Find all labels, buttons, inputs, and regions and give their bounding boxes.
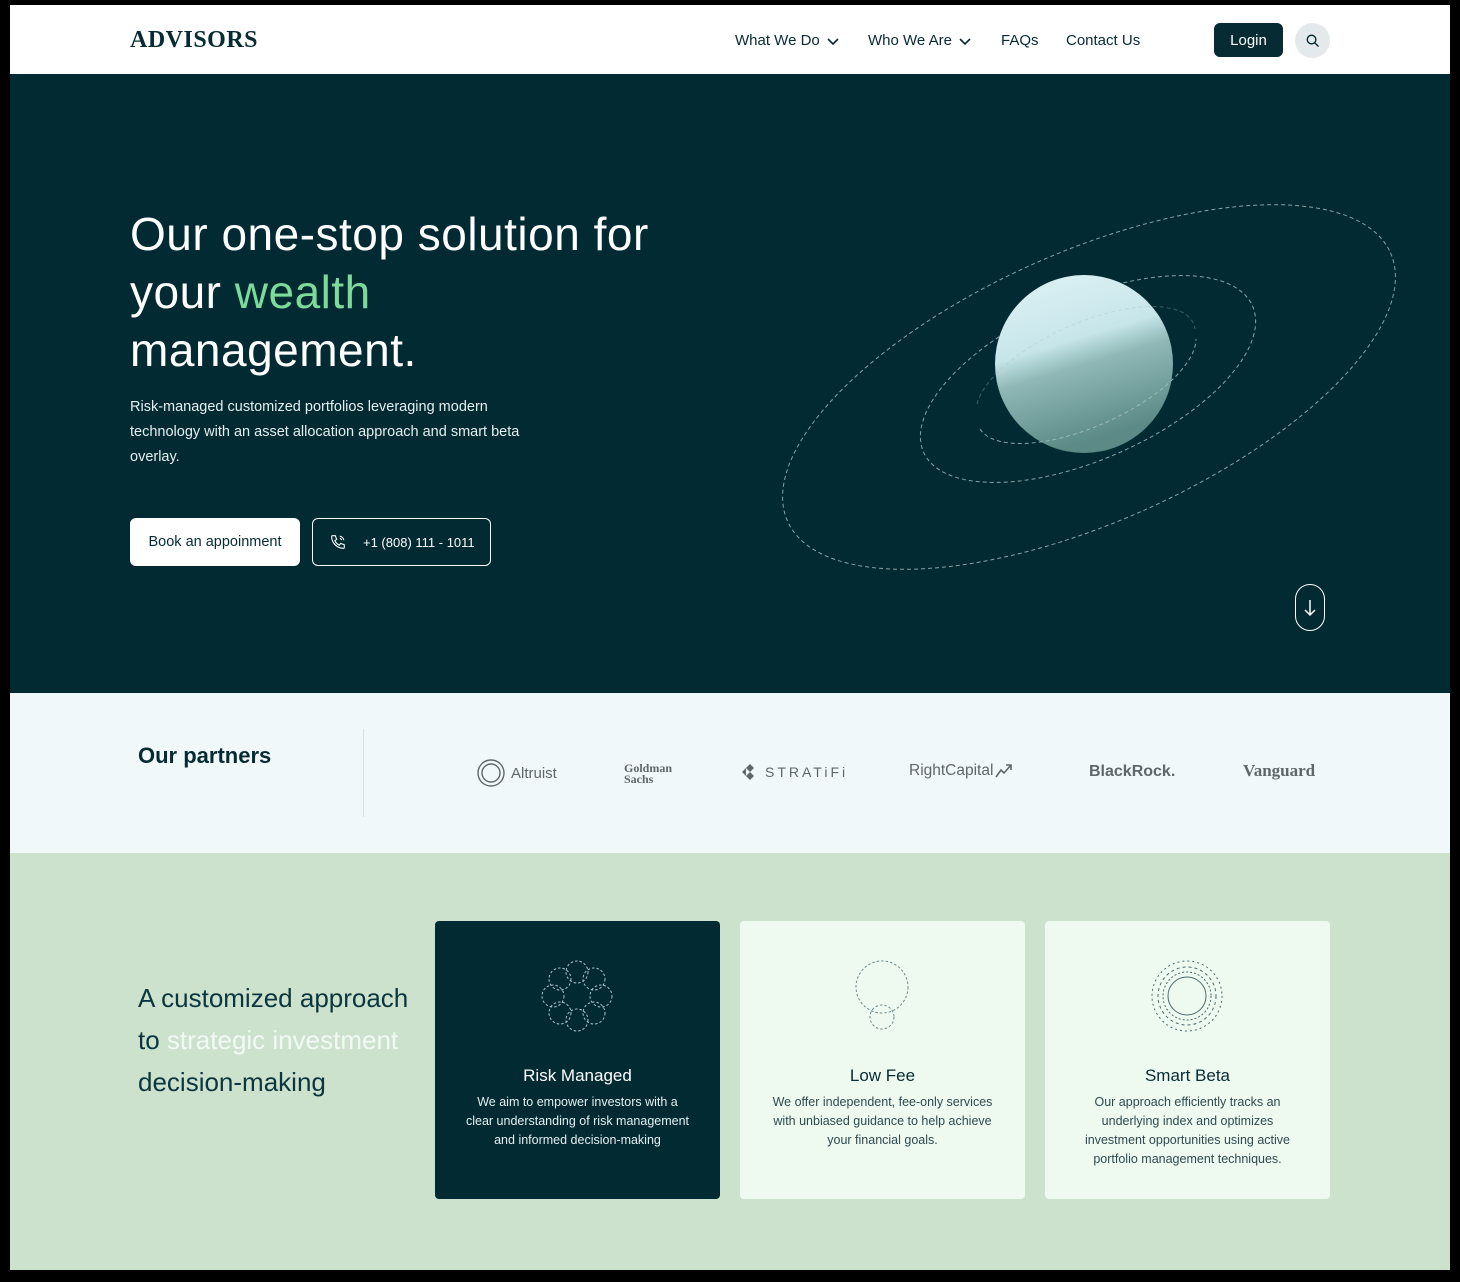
altruist-icon [477,759,505,787]
hero-title-text-end: management. [130,324,417,376]
features-title: A customized approach to strategic inves… [138,977,428,1103]
card-description: We offer independent, fee-only services … [772,1095,993,1147]
scroll-down-button[interactable] [1295,584,1325,631]
low-fee-icon [855,960,909,1030]
partner-goldman-logo: Goldman Sachs [624,761,680,786]
hero-subtitle: Risk-managed customized portfolios lever… [130,399,520,465]
feature-card-low-fee[interactable]: Low Fee We offer independent, fee-only s… [740,921,1025,1199]
brand-logo[interactable]: ADVISORS [130,27,258,54]
search-icon [1306,34,1319,47]
phone-number: +1 (808) 111 - 1011 [363,534,475,550]
phone-icon [331,535,345,549]
partner-name: Vanguard [1243,761,1316,780]
partner-name: Goldman Sachs [624,761,673,786]
partners-divider [363,729,364,817]
card-title: Risk Managed [523,1066,632,1085]
book-appointment-button[interactable]: Book an appoinment [130,518,300,566]
risk-managed-icon [541,960,613,1032]
chevron-down-icon [827,37,839,45]
features-title-text-end: decision-making [138,1067,326,1097]
login-button[interactable]: Login [1214,23,1283,57]
feature-card-risk-managed[interactable]: Risk Managed We aim to empower investors… [435,921,720,1199]
card-description: We aim to empower investors with a clear… [465,1095,690,1147]
hero-section: Our one-stop solution for your wealth man… [10,74,1450,693]
partners-section: Our partners Altruist Goldman Sachs STRA… [10,693,1450,853]
partners-title: Our partners [138,743,272,768]
arrow-down-icon [1304,599,1316,616]
nav-item-label: Who We Are [868,32,952,49]
card-title: Smart Beta [1144,1066,1231,1085]
card-description: Our approach efficiently tracks an under… [1085,1095,1290,1166]
planet-sphere [995,275,1173,453]
search-button[interactable] [1295,23,1330,58]
partner-vanguard-logo: Vanguard [1243,761,1315,781]
partner-altruist-logo: Altruist [477,759,557,787]
nav-faqs[interactable]: FAQs [1001,32,1039,49]
partner-blackrock-logo: BlackRock. [1089,763,1175,781]
nav-contact-us[interactable]: Contact Us [1066,32,1140,49]
nav-who-we-are[interactable]: Who We Are [868,32,972,49]
partner-name: RightCapital [909,762,994,779]
page-frame: ADVISORS What We Do Who We Are FAQs Cont… [10,5,1450,1270]
phone-button[interactable]: +1 (808) 111 - 1011 [312,518,491,566]
chevron-down-icon [959,37,971,45]
planet-illustration [782,204,1396,570]
partner-name: STRATiFi [765,764,849,780]
hero-title: Our one-stop solution for your wealth man… [130,205,690,379]
nav-item-label: What We Do [735,32,820,49]
hero-title-text: Our one-stop solution for your [130,208,649,318]
site-header: ADVISORS What We Do Who We Are FAQs Cont… [10,5,1450,74]
features-title-highlight: strategic investment [166,1025,399,1055]
feature-card-smart-beta[interactable]: Smart Beta Our approach efficiently trac… [1045,921,1330,1199]
card-title: Low Fee [849,1066,916,1085]
partner-name: Altruist [511,764,557,782]
trend-up-icon [995,764,1013,778]
stratifi-icon [742,764,754,780]
partner-stratifi-logo: STRATiFi [741,763,848,781]
hero-title-accent: wealth [234,266,371,318]
smart-beta-icon [1151,960,1223,1032]
nav-item-label: Contact Us [1066,32,1141,49]
partner-rightcapital-logo: RightCapital [909,762,1013,780]
partner-name: BlackRock. [1089,763,1176,780]
nav-item-label: FAQs [1001,32,1039,49]
nav-what-we-do[interactable]: What We Do [735,32,840,49]
